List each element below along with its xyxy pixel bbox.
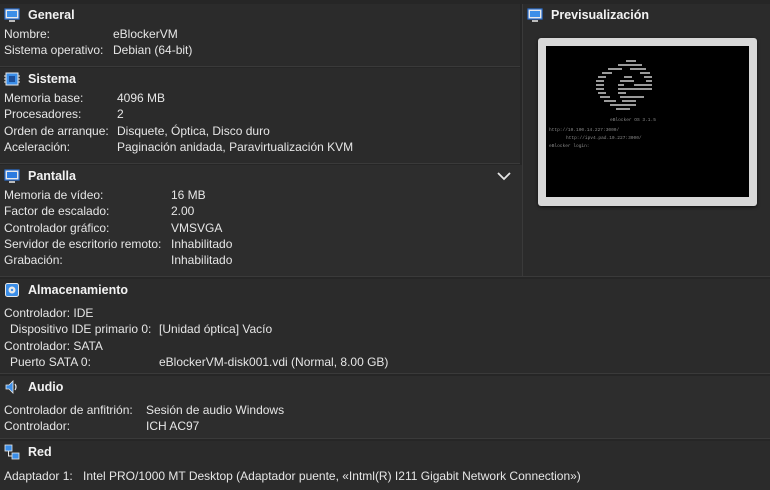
general-row: Sistema operativo: Debian (64-bit)	[4, 42, 520, 58]
pantalla-key: Grabación:	[4, 253, 63, 268]
pantalla-value: 2.00	[171, 204, 195, 219]
pantalla-row: Servidor de escritorio remoto: Inhabilita…	[4, 236, 522, 252]
vm-preview-thumbnail[interactable]: eBlocker OS 3.1.5 http://10.100.14.227:3…	[538, 38, 757, 206]
screen-line: http://10.100.14.227:3000/	[549, 127, 620, 133]
almacenamiento-value: [Unidad óptica] Vacío	[159, 322, 273, 337]
section-pantalla-title: Pantalla	[28, 169, 76, 183]
section-red-title: Red	[28, 445, 52, 459]
audio-row: Controlador: ICH AC97	[4, 418, 770, 434]
monitor-icon	[527, 7, 543, 23]
pantalla-key: Servidor de escritorio remoto:	[4, 236, 162, 251]
section-pantalla-header[interactable]: Pantalla	[0, 165, 522, 187]
sistema-key: Procesadores:	[4, 107, 82, 122]
sistema-value: 4096 MB	[117, 91, 166, 105]
pantalla-row: Factor de escalado: 2.00	[4, 203, 522, 219]
section-almacenamiento: Almacenamiento Controlador: IDE Disposit…	[0, 279, 770, 374]
section-red-header[interactable]: Red	[0, 441, 770, 463]
vm-preview-screen: eBlocker OS 3.1.5 http://10.100.14.227:3…	[546, 46, 749, 197]
audio-key: Controlador:	[4, 419, 71, 434]
ascii-logo-art: eBlocker OS 3.1.5 http://10.100.14.227:3…	[549, 60, 656, 149]
speaker-icon	[4, 379, 20, 395]
pantalla-value: Inhabilitado	[171, 236, 233, 251]
audio-value: ICH AC97	[146, 419, 200, 434]
almacenamiento-row: Controlador: IDE	[4, 305, 770, 321]
section-almacenamiento-title: Almacenamiento	[28, 283, 129, 297]
almacenamiento-key: Dispositivo IDE primario 0:	[10, 322, 152, 337]
general-value: eBlockerVM	[113, 27, 178, 41]
pantalla-key: Memoria de vídeo:	[4, 188, 104, 202]
screen-line: http://ipv4.pad.10.227:3000/	[566, 135, 642, 141]
pantalla-key: Factor de escalado:	[4, 204, 110, 219]
section-audio-title: Audio	[28, 380, 64, 394]
general-row: Nombre: eBlockerVM	[4, 26, 520, 42]
pantalla-value: 16 MB	[171, 188, 206, 202]
sistema-key: Memoria base:	[4, 91, 84, 105]
general-value: Debian (64-bit)	[113, 43, 193, 58]
almacenamiento-key: Puerto SATA 0:	[10, 354, 91, 369]
chevron-down-icon[interactable]	[496, 169, 512, 183]
pantalla-value: Inhabilitado	[171, 253, 233, 268]
section-sistema-header[interactable]: Sistema	[0, 68, 520, 90]
pantalla-value: VMSVGA	[171, 220, 223, 235]
section-preview-title: Previsualización	[551, 8, 649, 22]
section-pantalla: Pantalla Memoria de vídeo: 16 MB Factor d…	[0, 165, 522, 277]
section-general: General Nombre: eBlockerVM Sistema operat…	[0, 4, 520, 67]
section-general-header[interactable]: General	[0, 4, 520, 26]
audio-key: Controlador de anfitrión:	[4, 403, 133, 417]
section-sistema-title: Sistema	[28, 72, 76, 86]
almacenamiento-key: Controlador: SATA	[4, 338, 103, 353]
general-key: Sistema operativo:	[4, 43, 104, 58]
pantalla-row: Grabación: Inhabilitado	[4, 252, 522, 268]
sistema-row: Orden de arranque: Disquete, Óptica, Disc…	[4, 123, 520, 139]
sistema-row: Memoria base: 4096 MB	[4, 90, 520, 106]
pantalla-row: Controlador gráfico: VMSVGA	[4, 220, 522, 236]
sistema-value: 2	[117, 107, 124, 122]
chip-icon	[4, 71, 20, 87]
almacenamiento-value: eBlockerVM-disk001.vdi (Normal, 8.00 GB)	[159, 354, 389, 369]
pantalla-row: Memoria de vídeo: 16 MB	[4, 187, 522, 203]
sistema-key: Orden de arranque:	[4, 123, 109, 138]
red-row: Adaptador 1: Intel PRO/1000 MT Desktop (A…	[4, 468, 770, 484]
section-audio: Audio Controlador de anfitrión: Sesión de…	[0, 376, 770, 439]
almacenamiento-row: Puerto SATA 0: eBlockerVM-disk001.vdi (No…	[4, 354, 770, 370]
storage-disk-icon	[4, 282, 20, 298]
general-key: Nombre:	[4, 27, 51, 41]
almacenamiento-row: Controlador: SATA	[4, 338, 770, 354]
almacenamiento-key: Controlador: IDE	[4, 306, 94, 320]
screen-line: eBlocker login:	[549, 143, 590, 149]
vm-details-pane: General Nombre: eBlockerVM Sistema operat…	[0, 0, 770, 490]
red-value: Intel PRO/1000 MT Desktop (Adaptador pue…	[83, 469, 581, 483]
section-sistema: Sistema Memoria base: 4096 MB Procesadore…	[0, 68, 520, 164]
display-icon	[4, 168, 20, 184]
section-red: Red Adaptador 1: Intel PRO/1000 MT Deskto…	[0, 441, 770, 490]
pantalla-key: Controlador gráfico:	[4, 220, 110, 235]
sistema-key: Aceleración:	[4, 139, 71, 154]
audio-value: Sesión de audio Windows	[146, 403, 285, 417]
screen-line: eBlocker OS 3.1.5	[610, 117, 656, 123]
audio-row: Controlador de anfitrión: Sesión de audio…	[4, 402, 770, 418]
sistema-row: Aceleración: Paginación anidada, Paravirt…	[4, 139, 520, 155]
sistema-row: Procesadores: 2	[4, 106, 520, 122]
sistema-value: Disquete, Óptica, Disco duro	[117, 123, 270, 138]
sistema-value: Paginación anidada, Paravirtualización K…	[117, 139, 354, 154]
section-preview-header[interactable]: Previsualización	[523, 4, 770, 26]
section-almacenamiento-header[interactable]: Almacenamiento	[0, 279, 770, 301]
network-icon	[4, 444, 20, 460]
almacenamiento-row: Dispositivo IDE primario 0: [Unidad óptic…	[4, 321, 770, 337]
section-general-title: General	[28, 8, 75, 22]
section-audio-header[interactable]: Audio	[0, 376, 770, 398]
red-key: Adaptador 1:	[4, 469, 73, 483]
monitor-icon	[4, 7, 20, 23]
